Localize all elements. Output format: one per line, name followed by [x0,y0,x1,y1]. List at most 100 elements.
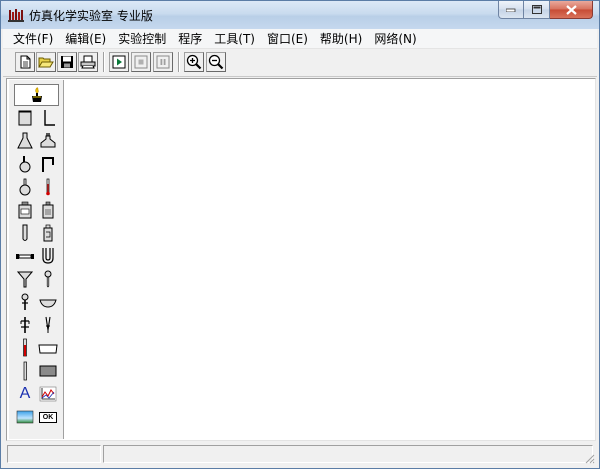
funnel-icon [17,270,33,288]
menu-edit[interactable]: 编辑(E) [59,30,112,48]
thermometer-icon [40,178,56,196]
toolbar-separator [103,52,105,72]
print-icon [80,55,96,69]
status-pane-2 [103,445,593,463]
toolbar [3,49,597,77]
palette-tool-funnel[interactable] [14,268,36,290]
stop-button[interactable] [131,52,151,72]
palette-tool-alcohol-lamp[interactable] [14,84,59,106]
palette-tool-iron-stand[interactable] [37,107,59,129]
zoom-out-icon [208,54,224,70]
menu-bar: 文件(F) 编辑(E) 实验控制 程序 工具(T) 窗口(E) 帮助(H) 网络… [3,29,597,49]
palette-tool-u-tube[interactable] [37,245,59,267]
menu-tools[interactable]: 工具(T) [208,30,261,48]
palette-tool-dropper[interactable] [37,268,59,290]
palette-tool-round-bottom-flask[interactable] [14,153,36,175]
palette-tool-glass-rod[interactable] [14,360,36,382]
palette-tool-beaker[interactable] [14,107,36,129]
print-button[interactable] [78,52,98,72]
experiment-canvas[interactable] [64,80,594,439]
dropper-icon [40,270,56,288]
palette-tool-plate[interactable] [37,360,59,382]
glass-rod-icon [17,361,33,381]
menu-network[interactable]: 网络(N) [368,30,422,48]
status-bar [3,443,597,466]
reagent-bottle-icon [17,201,33,219]
round-bottom-flask-icon [17,155,33,173]
open-folder-icon [38,55,54,69]
palette-tool-tongs[interactable] [37,314,59,336]
menu-file[interactable]: 文件(F) [3,30,59,48]
palette-tool-conical-flask[interactable] [14,130,36,152]
palette-tool-clamp[interactable] [14,314,36,336]
straight-tube-icon [15,247,35,265]
window-title: 仿真化学实验室 专业版 [29,9,153,23]
maximize-button[interactable] [524,1,550,19]
palette-tool-separatory-funnel[interactable] [14,291,36,313]
pause-button[interactable] [153,52,173,72]
run-button[interactable] [109,52,129,72]
apparatus-palette: A OK [9,80,64,439]
evaporating-dish-icon [39,293,57,311]
palette-tool-burette[interactable] [14,337,36,359]
new-file-icon [18,55,32,69]
test-tube-icon [17,224,33,242]
gas-bottle-icon [40,224,56,242]
palette-tool-gas-bottle[interactable] [37,222,59,244]
maximize-icon [531,5,542,14]
tongs-icon [40,316,56,334]
graph-tool-icon [39,386,57,402]
zoom-in-button[interactable] [184,52,204,72]
palette-tool-trough[interactable] [37,337,59,359]
app-window: 仿真化学实验室 专业版 文件(F) 编辑(E) 实验控制 程序 工具(T) 窗口… [0,0,600,469]
u-tube-icon [40,247,56,265]
stop-icon [134,55,148,69]
palette-tool-test-tube[interactable] [14,222,36,244]
image-tool-icon [16,409,34,425]
new-file-button[interactable] [15,52,35,72]
title-bar[interactable]: 仿真化学实验室 专业版 [1,1,599,29]
palette-tool-thermometer[interactable] [37,176,59,198]
beaker-icon [17,109,33,127]
save-button[interactable] [57,52,77,72]
close-icon [565,4,577,15]
trough-icon [38,339,58,357]
play-icon [112,55,126,69]
palette-tool-evaporating-dish[interactable] [37,291,59,313]
menu-experiment-control[interactable]: 实验控制 [112,30,172,48]
menu-help[interactable]: 帮助(H) [314,30,368,48]
iron-stand-icon [40,109,56,127]
conical-flask-icon [17,132,33,150]
toolbar-separator [178,52,180,72]
save-icon [60,55,74,69]
zoom-out-button[interactable] [206,52,226,72]
plate-icon [38,362,58,380]
palette-tool-straight-tube[interactable] [14,245,36,267]
flask-with-stopper-icon [40,132,56,150]
palette-tool-ok-button[interactable]: OK [37,406,59,428]
palette-tool-text[interactable]: A [14,383,36,405]
palette-tool-flask-with-stopper[interactable] [37,130,59,152]
bent-glass-tube-icon [40,155,56,173]
open-button[interactable] [36,52,56,72]
resize-grip-icon[interactable] [583,452,595,464]
minimize-icon [506,8,516,12]
menu-program[interactable]: 程序 [172,30,208,48]
alcohol-lamp-icon [30,86,44,104]
labeled-bottle-icon [40,201,56,219]
pause-icon [156,55,170,69]
palette-tool-reagent-bottle[interactable] [14,199,36,221]
palette-tool-round-flask[interactable] [14,176,36,198]
round-flask-icon [17,178,33,196]
menu-window[interactable]: 窗口(E) [261,30,314,48]
palette-tool-graph[interactable] [37,383,59,405]
burette-icon [17,338,33,358]
status-pane-1 [7,445,101,463]
minimize-button[interactable] [498,1,524,19]
palette-tool-image[interactable] [14,406,36,428]
zoom-in-icon [186,54,202,70]
palette-tool-labeled-bottle[interactable] [37,199,59,221]
palette-tool-bent-glass-tube[interactable] [37,153,59,175]
lab-app-icon [8,8,24,22]
close-button[interactable] [550,1,593,19]
